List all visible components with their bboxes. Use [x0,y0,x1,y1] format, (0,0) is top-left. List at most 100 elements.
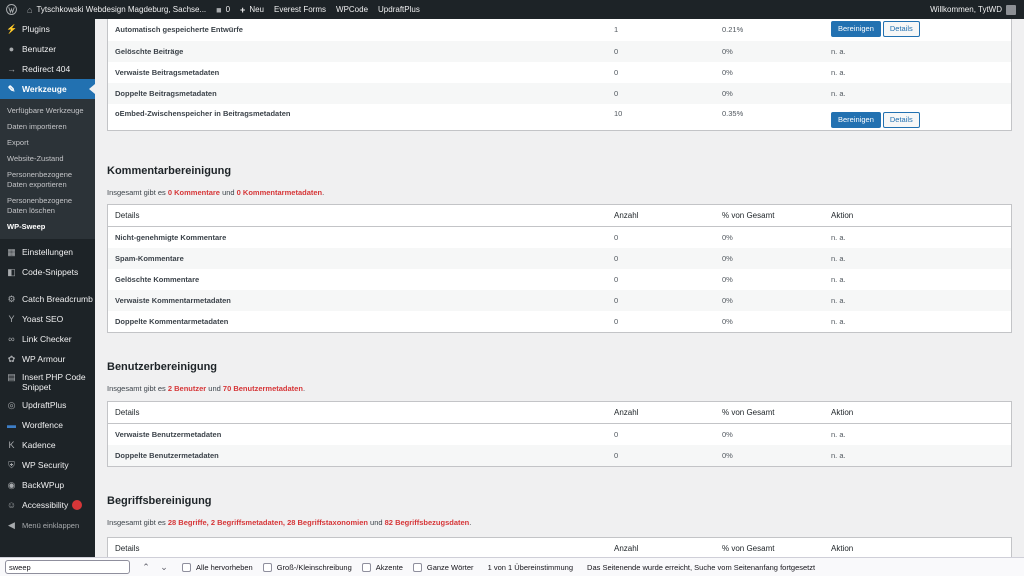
checkbox-box[interactable] [262,562,272,572]
plus-icon: + [240,4,246,15]
column-header: Aktion [831,408,854,417]
checkbox-label: Akzente [375,562,403,572]
menu-redirect-404[interactable]: → Redirect 404 [0,59,95,79]
whole-words-checkbox[interactable]: Ganze Wörter [412,562,474,572]
submenu-export[interactable]: Export [0,135,95,151]
submenu-website-zustand[interactable]: Website-Zustand [0,151,95,167]
row-count: 0 [614,233,619,242]
row-percent: 0% [722,254,733,263]
summary-highlight: 0 Kommentare [167,188,220,197]
menu-updraftplus[interactable]: ◎ UpdraftPlus [0,395,95,415]
clean-button[interactable]: Bereinigen [831,112,881,128]
menu-werkzeuge[interactable]: ✎ Werkzeuge [0,79,95,99]
submenu-daten-exportieren[interactable]: Personenbezogene Daten exportieren [0,167,80,193]
wpcode-link[interactable]: WPCode [331,0,373,19]
row-label: Verwaiste Benutzermetadaten [115,430,222,439]
row-count: 0 [614,254,619,263]
menu-wp-security[interactable]: ⛨ WP Security [0,455,95,475]
details-button[interactable]: Details [882,21,920,37]
new-content-link[interactable]: + Neu [235,0,269,19]
submenu-daten-importieren[interactable]: Daten importieren [0,119,95,135]
menu-catch-breadcrumb[interactable]: ⚙ Catch Breadcrumb [0,289,95,309]
checkbox-box[interactable] [412,562,422,572]
avatar [1006,4,1016,15]
menu-link-checker[interactable]: ∞ Link Checker [0,329,95,349]
menu-wp-armour[interactable]: ✿ WP Armour [0,349,95,369]
menu-wordfence[interactable]: ▬ Wordfence [0,415,95,435]
table-row: Verwaiste Beitragsmetadaten 0 0% n. a. [108,62,1011,83]
menu-label: Plugins [22,24,50,34]
armour-icon: ✿ [7,353,16,364]
notification-badge [72,500,83,510]
admin-bar: ⌂ Tytschkowski Webdesign Magdeburg, Sach… [0,0,1024,19]
match-diacritics-checkbox[interactable]: Akzente [361,562,403,572]
details-button[interactable]: Details [882,112,920,128]
menu-label: WP Security [22,460,69,470]
table-header: Details Anzahl % von Gesamt Aktion [108,402,1011,424]
menu-label: Redirect 404 [22,64,71,74]
checkbox-box[interactable] [182,562,191,572]
collapse-icon: ◀ [8,519,15,530]
menu-label: Einstellungen [22,247,74,257]
row-label: Verwaiste Kommentarmetadaten [115,296,231,305]
wordpress-logo-icon[interactable] [0,0,22,19]
menu-code-snippets[interactable]: ◧ Code-Snippets [0,262,95,282]
site-name-link[interactable]: ⌂ Tytschkowski Webdesign Magdeburg, Sach… [22,0,211,19]
chevron-up-icon[interactable]: ⌃ [138,562,154,573]
row-action-na: n. a. [831,68,846,77]
updraftplus-link[interactable]: UpdraftPlus [373,0,425,19]
table-row: Doppelte Kommentarmetadaten 0 0% n. a. [108,311,1011,332]
row-percent: 0% [722,430,733,439]
clean-button[interactable]: Bereinigen [831,21,881,37]
submenu-daten-loeschen[interactable]: Personenbezogene Daten löschen [0,193,80,219]
row-count: 1 [614,24,619,34]
highlight-all-checkbox[interactable]: Alle hervorheben [182,562,253,572]
terms-summary: Insgesamt gibt es 28 Begriffe, 2 Begriff… [107,518,471,527]
users-section-title: Benutzerbereinigung [107,361,218,373]
menu-einstellungen[interactable]: ▦ Einstellungen [0,242,95,262]
row-count: 0 [614,68,619,77]
comments-link[interactable]: ■ 0 [211,0,235,19]
menu-backwpup[interactable]: ◉ BackWPup [0,475,95,495]
php-icon: ▤ [7,372,16,382]
everest-forms-link[interactable]: Everest Forms [269,0,331,19]
row-label: Nicht-genehmigte Kommentare [115,233,227,242]
comment-bubble-icon: ■ [216,4,222,15]
summary-text: . [302,384,306,393]
row-count: 0 [614,275,619,284]
summary-highlight: 2 Benutzer [167,384,207,393]
submenu-wp-sweep[interactable]: WP-Sweep [0,219,95,235]
summary-text: Insgesamt gibt es [107,188,168,197]
table-row: Gelöschte Beiträge 0 0% n. a. [108,41,1011,62]
werkzeuge-submenu: Verfügbare Werkzeuge Daten importieren E… [0,99,95,239]
table-row: Verwaiste Kommentarmetadaten 0 0% n. a. [108,290,1011,311]
shield-icon: ⛨ [8,459,15,470]
row-label: Gelöschte Beiträge [115,47,184,56]
checkbox-label: Alle hervorheben [196,562,253,572]
menu-insert-php[interactable]: ▤ Insert PHP Code Snippet [0,369,95,395]
comments-summary: Insgesamt gibt es 0 Kommentare und 0 Kom… [107,188,324,197]
submenu-verfuegbare-werkzeuge[interactable]: Verfügbare Werkzeuge [0,103,95,119]
row-action-na: n. a. [831,233,846,242]
menu-collapse[interactable]: ◀ Menü einklappen [0,515,95,535]
row-label: Gelöschte Kommentare [115,275,200,284]
menu-plugins[interactable]: ⚡ Plugins [0,19,95,39]
row-label: Verwaiste Beitragsmetadaten [115,68,220,77]
find-input[interactable] [5,560,130,574]
menu-kadence[interactable]: K Kadence [0,435,95,455]
match-case-checkbox[interactable]: Groß-/Kleinschreibung [262,562,352,572]
menu-benutzer[interactable]: ● Benutzer [0,39,95,59]
menu-label: WP Armour [22,354,66,364]
new-label: Neu [249,5,264,14]
menu-accessibility[interactable]: ☺ Accessibility [0,495,95,515]
greeting: Willkommen, TytWD [930,5,1002,14]
summary-highlight: 0 Kommentarmetadaten [236,188,323,197]
account-menu[interactable]: Willkommen, TytWD [925,0,1024,19]
summary-highlight: 28 Begriffstaxonomien [287,518,368,527]
summary-text: Insgesamt gibt es [107,384,168,393]
menu-yoast-seo[interactable]: Y Yoast SEO [0,309,95,329]
chevron-down-icon[interactable]: ⌄ [156,562,172,573]
link-icon: ∞ [8,334,15,344]
column-header: % von Gesamt [722,544,775,553]
checkbox-box[interactable] [361,562,371,572]
